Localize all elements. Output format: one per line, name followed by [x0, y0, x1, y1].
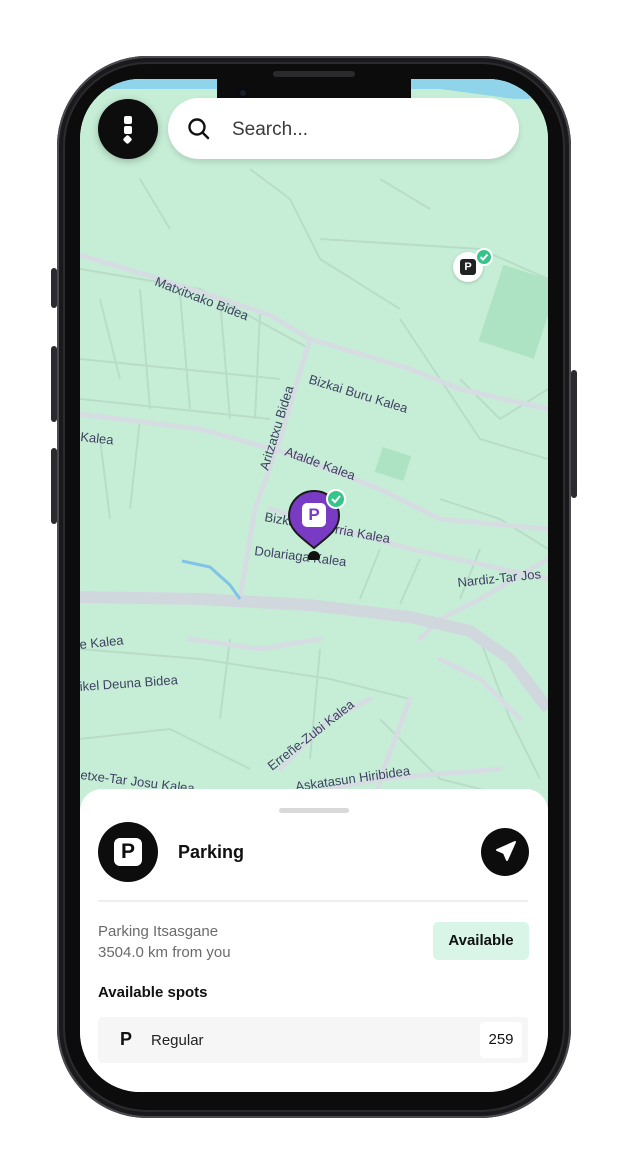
app-screen: Matxitxako Bidea Bizkai Buru Kalea Aritz… — [80, 79, 548, 1092]
sheet-drag-handle[interactable] — [279, 808, 349, 813]
side-button-mute — [51, 268, 57, 308]
street-label-bizkai-buru: Bizkai Buru Kalea — [307, 372, 410, 417]
parking-detail-sheet: P Parking Parking Itsasgane 3504.0 km fr… — [80, 789, 548, 1092]
search-bar[interactable] — [168, 98, 519, 159]
parking-icon: P — [120, 1029, 133, 1049]
menu-button[interactable] — [98, 99, 158, 159]
sheet-title: Parking — [178, 842, 245, 862]
parking-icon: P — [302, 503, 326, 527]
navigate-button[interactable] — [481, 828, 529, 876]
place-name: Parking Itsasgane — [98, 923, 219, 940]
search-input[interactable] — [230, 115, 494, 145]
search-icon — [188, 118, 210, 140]
divider — [98, 900, 528, 902]
map-view[interactable]: Matxitxako Bidea Bizkai Buru Kalea Aritz… — [80, 79, 548, 839]
street-label-nardiz: Nardiz-Tar Jos — [457, 566, 542, 590]
status-badge: Available — [433, 922, 529, 960]
street-label-atalde: Atalde Kalea — [283, 444, 358, 484]
navigation-arrow-icon — [496, 841, 516, 861]
parking-icon: P — [114, 838, 142, 866]
menu-dot-icon — [124, 126, 132, 134]
spots-section-title: Available spots — [98, 984, 208, 1001]
parking-marker-small[interactable]: P — [453, 248, 493, 282]
spot-count: 259 — [480, 1022, 522, 1058]
parking-marker-selected[interactable]: P — [288, 489, 346, 560]
spot-type-label: Regular — [151, 1032, 204, 1049]
street-label-ikel-deuna: ikel Deuna Bidea — [80, 672, 179, 694]
check-icon — [475, 248, 493, 266]
spot-row-regular[interactable]: P Regular 259 — [98, 1017, 528, 1063]
street-label-matxitxako: Matxitxako Bidea — [153, 274, 252, 324]
menu-dot-icon — [122, 134, 133, 145]
side-button-volume-up — [51, 346, 57, 422]
check-icon — [326, 489, 346, 509]
side-button-power — [571, 370, 577, 498]
menu-dot-icon — [124, 116, 132, 124]
parking-icon: P — [460, 259, 476, 275]
street-label-kalea-left: Kalea — [80, 429, 115, 447]
speaker-grille — [273, 71, 355, 77]
parking-avatar: P — [98, 822, 158, 882]
distance-text: 3504.0 km from you — [98, 944, 231, 961]
street-label-errene-zubi: Erreñe-Zubi Kalea — [265, 696, 358, 773]
side-button-volume-down — [51, 448, 57, 524]
street-label-e-kalea: e Kalea — [80, 632, 125, 652]
